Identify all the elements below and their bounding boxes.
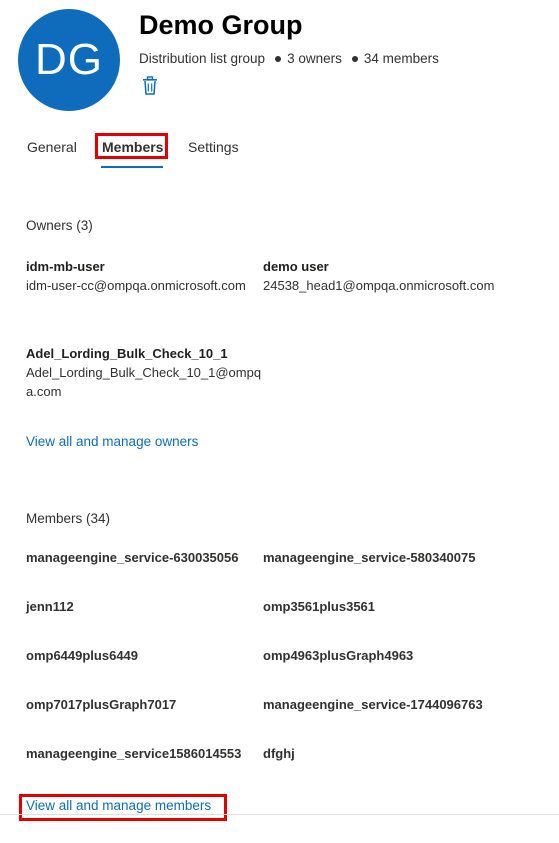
- manage-owners-link[interactable]: View all and manage owners: [26, 434, 198, 449]
- members-count: 34 members: [363, 51, 439, 66]
- group-subtitle: Distribution list group 3 owners 34 memb…: [139, 51, 439, 66]
- member-item: omp7017plusGraph7017: [26, 697, 177, 712]
- group-type: Distribution list group: [139, 51, 266, 66]
- avatar-initials: DG: [35, 35, 103, 84]
- separator-dot: [275, 55, 282, 62]
- owner-name: Adel_Lording_Bulk_Check_10_1: [26, 346, 228, 361]
- member-item: manageengine_service-1744096763: [263, 697, 483, 712]
- owner-card: idm-mb-user idm-user-cc@ompqa.onmicrosof…: [26, 257, 246, 295]
- owner-card: demo user 24538_head1@ompqa.onmicrosoft.…: [263, 257, 508, 295]
- manage-members-highlight: [19, 794, 227, 821]
- member-item: manageengine_service1586014553: [26, 746, 242, 761]
- owner-name: idm-mb-user: [26, 259, 105, 274]
- member-item: jenn112: [26, 599, 74, 614]
- group-avatar: DG: [18, 9, 120, 111]
- member-item: dfghj: [263, 746, 295, 761]
- owners-section-title: Owners (3): [26, 218, 93, 233]
- owner-card: Adel_Lording_Bulk_Check_10_1 Adel_Lordin…: [26, 344, 266, 401]
- owner-email: idm-user-cc@ompqa.onmicrosoft.com: [26, 278, 246, 293]
- members-tab-highlight: [95, 133, 168, 159]
- tab-settings[interactable]: Settings: [188, 139, 239, 155]
- owner-email: 24538_head1@ompqa.onmicrosoft.com: [263, 278, 495, 293]
- tab-bar: General Members Settings: [0, 131, 559, 171]
- member-item: omp3561plus3561: [263, 599, 376, 614]
- members-section-title: Members (34): [26, 511, 111, 526]
- trash-icon: [143, 76, 157, 95]
- bottom-divider: [0, 814, 559, 815]
- separator-dot: [351, 55, 358, 62]
- tab-general[interactable]: General: [27, 139, 77, 155]
- member-item: omp4963plusGraph4963: [263, 648, 414, 663]
- owners-count: 3 owners: [287, 51, 342, 66]
- member-item: omp6449plus6449: [26, 648, 139, 663]
- delete-group-button[interactable]: [141, 76, 159, 96]
- group-name: Demo Group: [139, 10, 303, 40]
- owner-name: demo user: [263, 259, 329, 274]
- active-tab-indicator: [101, 166, 163, 168]
- owner-email: Adel_Lording_Bulk_Check_10_1@ompqa.com: [26, 365, 262, 399]
- member-item: manageengine_service-580340075: [263, 550, 476, 565]
- member-item: manageengine_service-630035056: [26, 550, 239, 565]
